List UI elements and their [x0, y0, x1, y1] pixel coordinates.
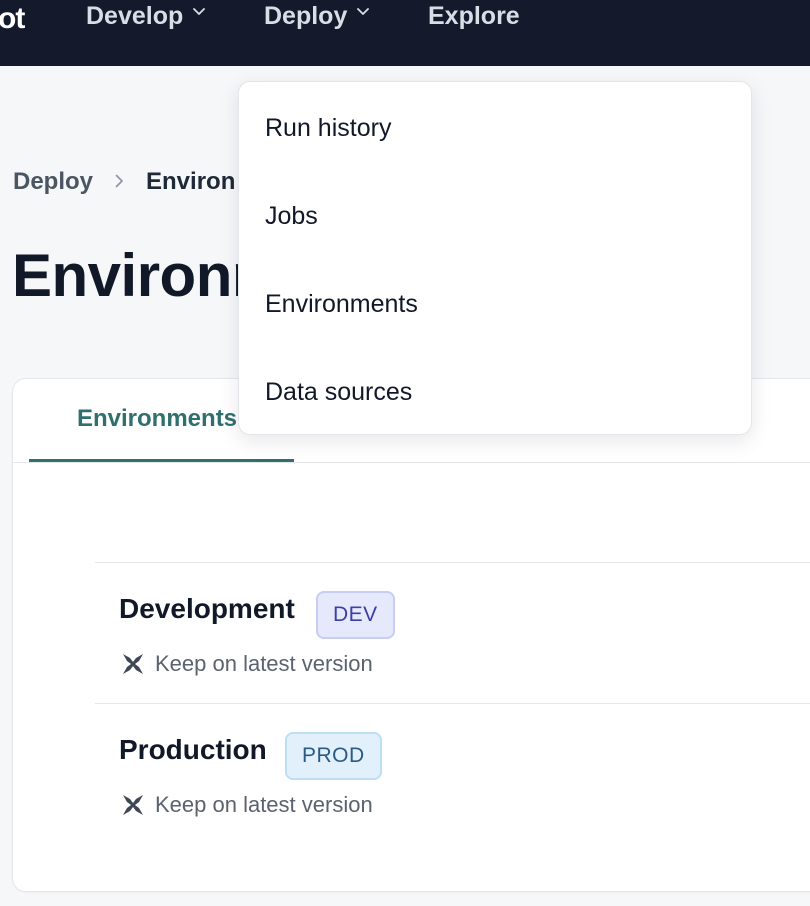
environment-name: Production [119, 734, 267, 765]
nav-explore[interactable]: Explore [428, 0, 520, 32]
menu-item-run-history[interactable]: Run history [239, 84, 751, 172]
menu-item-data-sources[interactable]: Data sources [239, 348, 751, 436]
environment-type-badge: DEV [316, 591, 395, 639]
chevron-down-icon [193, 8, 206, 18]
menu-item-environments[interactable]: Environments [239, 260, 751, 348]
nav-deploy[interactable]: Deploy [264, 0, 370, 32]
app-logo[interactable]: ot [0, 2, 25, 36]
dbt-logo-icon [119, 791, 147, 819]
nav-develop[interactable]: Develop [86, 0, 206, 32]
breadcrumb-current: Environ [146, 168, 236, 195]
environment-name: Development [119, 593, 295, 624]
dbt-logo-icon [119, 650, 147, 678]
breadcrumb: Deploy Environ [13, 168, 235, 196]
environment-row-production[interactable]: Production PROD Keep on latest version [95, 703, 810, 844]
environment-version-label: Keep on latest version [155, 651, 373, 676]
environment-version: Keep on latest version [119, 650, 373, 678]
environment-type-badge: PROD [285, 732, 382, 780]
environment-version-label: Keep on latest version [155, 792, 373, 817]
environment-list: Development DEV Keep on latest version P… [95, 562, 810, 844]
nav-explore-label: Explore [428, 1, 520, 30]
environment-version: Keep on latest version [119, 791, 373, 819]
menu-item-jobs[interactable]: Jobs [239, 172, 751, 260]
top-navigation-bar: ot Develop Deploy Explore [0, 0, 810, 66]
deploy-dropdown-menu: Run history Jobs Environments Data sourc… [238, 81, 752, 435]
environments-card: Environments Development DEV Keep on lat… [12, 378, 810, 892]
nav-develop-label: Develop [86, 1, 184, 30]
breadcrumb-deploy-link[interactable]: Deploy [13, 168, 93, 196]
chevron-right-icon [115, 171, 124, 194]
chevron-down-icon [357, 8, 370, 18]
tab-environments-label: Environments [77, 405, 238, 432]
nav-deploy-label: Deploy [264, 1, 348, 30]
environment-row-development[interactable]: Development DEV Keep on latest version [95, 562, 810, 703]
